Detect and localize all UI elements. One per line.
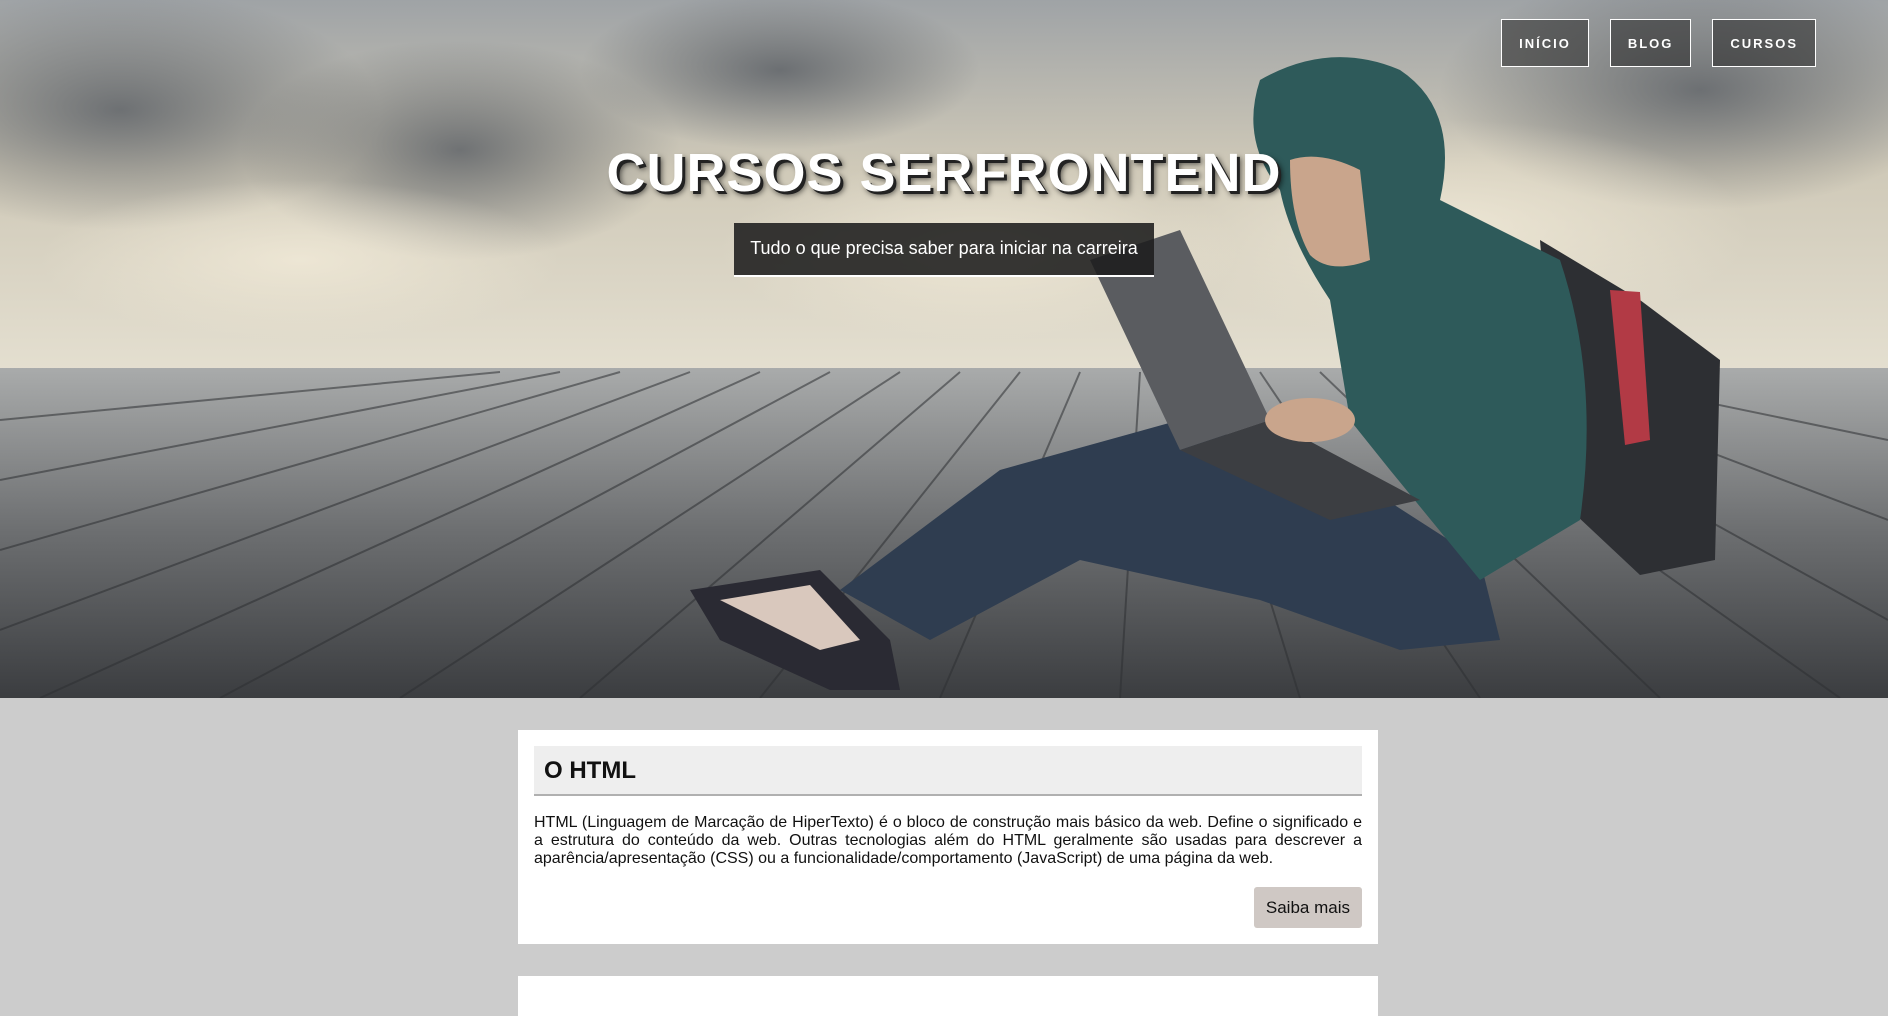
nav-cursos-button[interactable]: CURSOS (1712, 19, 1816, 67)
main-nav: INÍCIO BLOG CURSOS (1501, 19, 1816, 67)
course-card-next (518, 976, 1378, 1016)
card-description: HTML (Linguagem de Marcação de HiperText… (534, 814, 1362, 867)
course-card-html: O HTML HTML (Linguagem de Marcação de Hi… (518, 730, 1378, 944)
hero-subtitle: Tudo o que precisa saber para iniciar na… (734, 223, 1154, 277)
saiba-mais-button[interactable]: Saiba mais (1253, 887, 1362, 928)
hero-subtitle-container: Tudo o que precisa saber para iniciar na… (0, 223, 1888, 277)
card-title: O HTML (544, 757, 636, 784)
hero-banner: INÍCIO BLOG CURSOS CURSOS SERFRONTEND Tu… (0, 0, 1888, 698)
nav-blog-button[interactable]: BLOG (1609, 19, 1692, 67)
hero-title: CURSOS SERFRONTEND (606, 143, 1282, 203)
nav-inicio-button[interactable]: INÍCIO (1501, 19, 1589, 67)
card-header: O HTML (534, 746, 1362, 796)
hero-background-image (0, 0, 1888, 698)
